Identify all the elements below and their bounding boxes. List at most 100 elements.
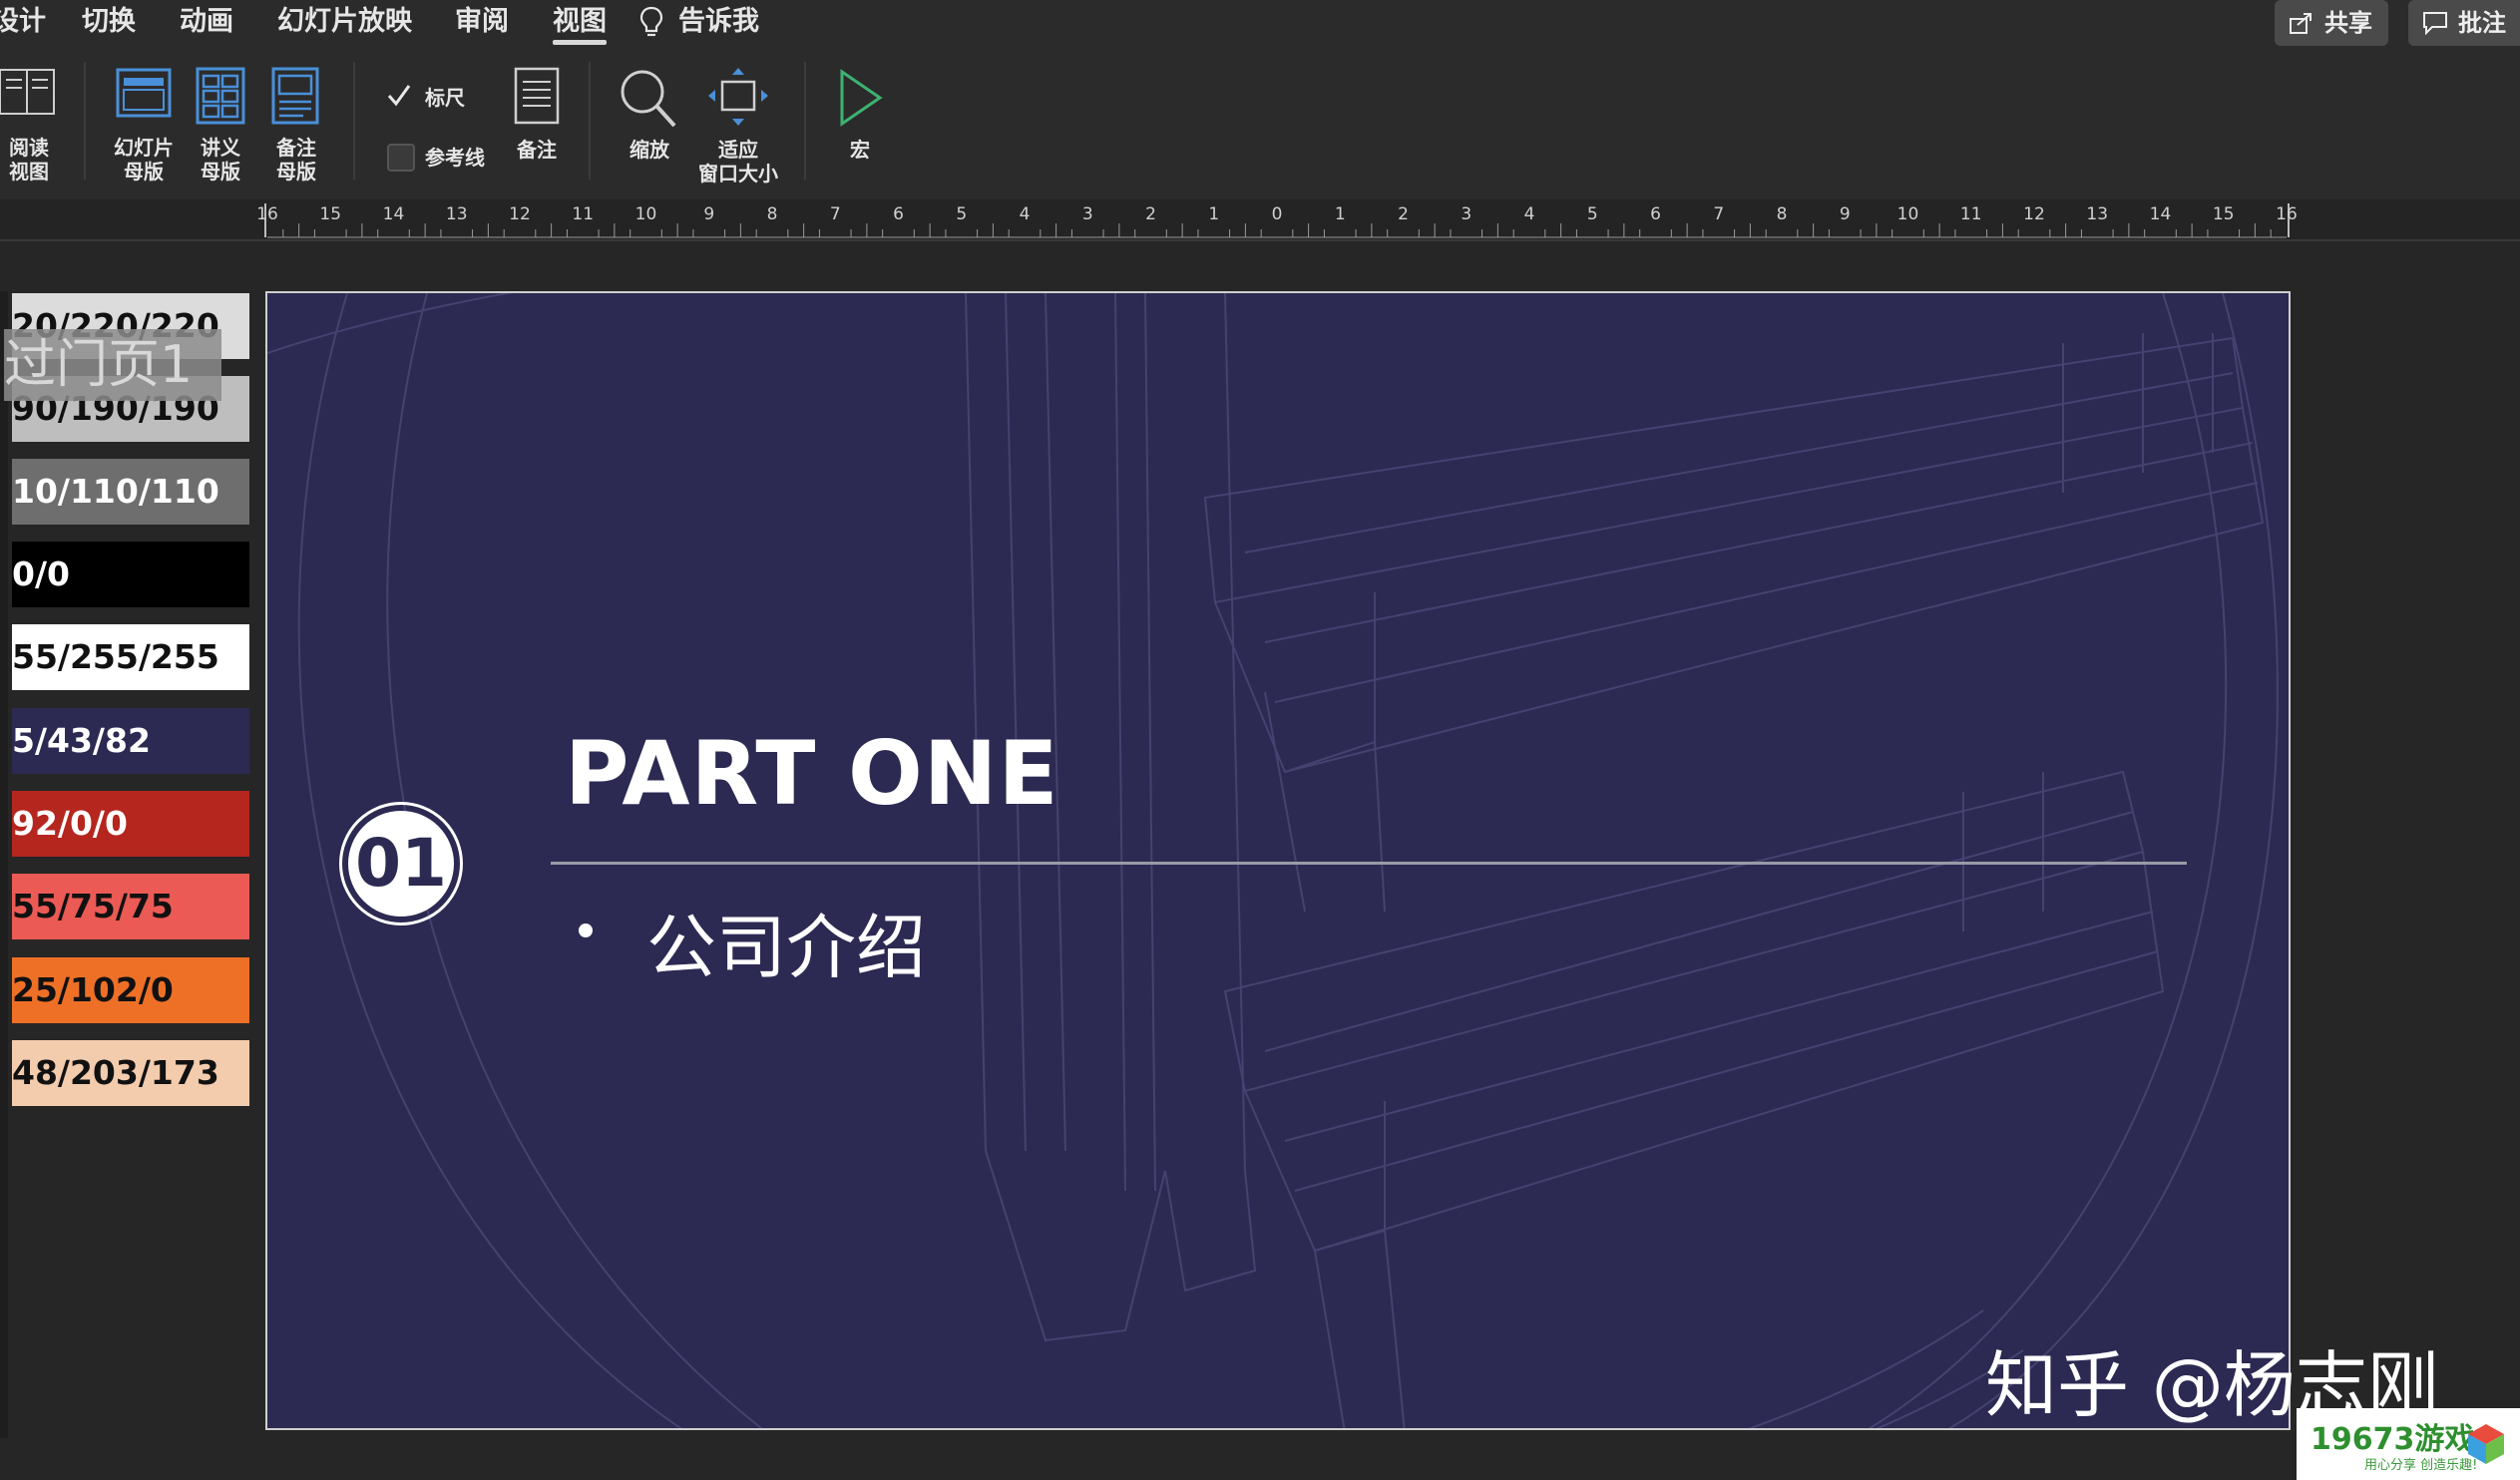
color-swatch-thumbnail[interactable]: 10/110/110 (12, 459, 249, 525)
menu-bar: 设计 切换 动画 幻灯片放映 审阅 视图 告诉我 共享 批注 (0, 0, 2520, 48)
menu-review[interactable]: 审阅 (455, 2, 509, 42)
color-swatch-label: 0/0 (12, 555, 70, 593)
handout-master-icon (196, 67, 245, 125)
section-number: 01 (348, 811, 454, 917)
menu-transitions[interactable]: 切换 (82, 2, 136, 42)
ruler-scale: 16 15 14 13 12 11 10 9 8 7 6 5 4 3 2 1 0 1 2 3 4 5 6 7 8 9 10 11 12 1… (256, 203, 2298, 238)
color-swatch-thumbnail[interactable]: 0/0 (12, 542, 249, 607)
ruler-checkbox[interactable]: 标尺 (383, 80, 493, 116)
ruler-label: 0 (1272, 204, 1283, 224)
color-swatch-thumbnail[interactable]: 48/203/173 (12, 1040, 249, 1106)
notes-button[interactable]: 备注 (505, 66, 569, 170)
slide-master-label: 幻灯片 母版 (114, 136, 174, 184)
ruler-label: 9 (703, 204, 714, 224)
ruler-label: 4 (1020, 204, 1031, 224)
horizontal-ruler: 16 15 14 13 12 11 10 9 8 7 6 5 4 3 2 1 0 1 2 3 4 5 6 7 8 9 10 11 12 1… (0, 199, 2520, 241)
ruler-label: 16 (2276, 204, 2298, 224)
comments-button[interactable]: 批注 (2408, 0, 2520, 46)
ruler-label: 13 (446, 204, 468, 224)
handout-master-label: 讲义 母版 (201, 136, 240, 184)
cube-logo-icon (2468, 1424, 2504, 1464)
notes-master-label: 备注 母版 (276, 136, 316, 184)
ribbon-separator (84, 62, 86, 180)
zoom-button[interactable]: 缩放 (615, 66, 684, 170)
zoom-label: 缩放 (630, 138, 669, 162)
thumbnail-pane-edge (0, 291, 8, 1438)
notes-icon (514, 67, 560, 125)
notes-master-button[interactable]: 备注 母版 (261, 66, 331, 189)
macro-label: 宏 (850, 138, 870, 162)
ruler-label: 10 (1897, 204, 1919, 224)
ribbon-separator (353, 62, 355, 180)
ruler-label: 16 (256, 204, 278, 224)
guides-checkbox[interactable]: 参考线 (383, 140, 513, 176)
share-label: 共享 (2324, 9, 2372, 37)
color-swatch-thumbnail[interactable]: 5/43/82 (12, 708, 249, 774)
fit-window-button[interactable]: 适应 窗口大小 (688, 66, 788, 189)
ruler-label: 5 (1587, 204, 1598, 224)
share-icon (2290, 13, 2311, 34)
ruler-label: 5 (956, 204, 967, 224)
ruler-label: 12 (509, 204, 531, 224)
comments-label: 批注 (2458, 9, 2506, 37)
reading-view-button[interactable]: 阅读 视图 (0, 66, 64, 189)
slide-master-icon (116, 68, 172, 118)
handout-master-button[interactable]: 讲义 母版 (186, 66, 255, 189)
ruler-label: 6 (893, 204, 904, 224)
menu-view[interactable]: 视图 (553, 2, 607, 42)
color-swatch-thumbnail[interactable]: 55/75/75 (12, 874, 249, 939)
ruler-label: 8 (767, 204, 778, 224)
ruler-label: 12 (2023, 204, 2045, 224)
reading-view-icon (0, 69, 55, 115)
ruler-label: 10 (635, 204, 657, 224)
ruler-label: 7 (1713, 204, 1724, 224)
color-swatch-label: 25/102/0 (12, 970, 174, 1009)
slide-master-button[interactable]: 幻灯片 母版 (104, 66, 184, 189)
menu-animations[interactable]: 动画 (180, 2, 233, 42)
ruler-label: 14 (383, 204, 405, 224)
menu-slideshow[interactable]: 幻灯片放映 (277, 2, 412, 42)
slide-title[interactable]: PART ONE (565, 722, 1059, 825)
color-swatch-label: 55/75/75 (12, 887, 174, 925)
macro-button[interactable]: 宏 (830, 66, 890, 170)
menu-design[interactable]: 设计 (0, 2, 46, 42)
play-icon (840, 69, 883, 127)
ruler-label: 11 (1960, 204, 1982, 224)
tell-me-label: 告诉我 (678, 6, 759, 37)
color-swatch-label: 92/0/0 (12, 804, 128, 843)
color-swatch-thumbnail[interactable]: 25/102/0 (12, 957, 249, 1023)
ruler-label: 2 (1398, 204, 1409, 224)
ruler-label: 1 (1335, 204, 1346, 224)
ruler-label: 15 (2213, 204, 2235, 224)
fit-window-label: 适应 窗口大小 (698, 138, 778, 185)
title-divider-line (551, 862, 2187, 865)
ruler-label: 13 (2086, 204, 2108, 224)
site-logo-tagline: 用心分享 创造乐趣! (2364, 1458, 2478, 1473)
ruler-label: 4 (1524, 204, 1535, 224)
slide-canvas[interactable]: 01 PART ONE 公司介绍 (265, 291, 2291, 1430)
ruler-label: 14 (2150, 204, 2172, 224)
color-swatch-thumbnail[interactable]: 55/255/255 (12, 624, 249, 690)
slide-bullet-text[interactable]: 公司介绍 (646, 892, 926, 992)
ruler-label: 7 (830, 204, 841, 224)
ruler-label: 6 (1650, 204, 1661, 224)
ruler-label: 3 (1082, 204, 1093, 224)
ruler-label: 9 (1840, 204, 1851, 224)
fit-window-icon (708, 68, 768, 126)
color-swatch-thumbnail[interactable]: 92/0/0 (12, 791, 249, 857)
ruler-label: 3 (1461, 204, 1471, 224)
magnifier-icon (621, 70, 676, 128)
bullet-icon (579, 924, 593, 937)
active-tab-indicator (553, 40, 607, 45)
ruler-label: 标尺 (425, 86, 465, 110)
transition-page-tag: 过门页1 (4, 329, 221, 401)
share-button[interactable]: 共享 (2275, 0, 2388, 46)
color-swatch-label: 5/43/82 (12, 721, 151, 760)
lightbulb-icon (639, 6, 663, 37)
section-number-badge: 01 (339, 802, 463, 925)
ruler-label: 8 (1777, 204, 1788, 224)
ruler-label: 2 (1145, 204, 1156, 224)
guides-label: 参考线 (425, 146, 485, 170)
ribbon-view (0, 48, 2520, 199)
notes-master-icon (271, 67, 319, 125)
